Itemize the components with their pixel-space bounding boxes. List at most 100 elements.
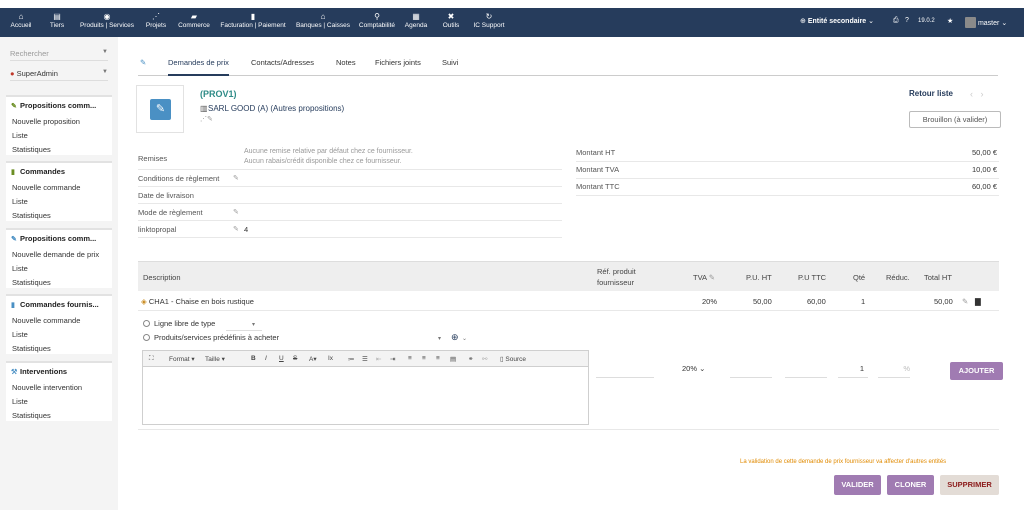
add-product-plus-icon[interactable]: ⊕ xyxy=(451,332,459,343)
sidebar-link[interactable]: Statistiques xyxy=(12,145,51,154)
nav-commerce[interactable]: ▰ Commerce xyxy=(175,11,213,30)
sidebar-link[interactable]: Nouvelle commande xyxy=(12,183,80,192)
bookmark-star-icon[interactable]: ★ xyxy=(947,17,953,25)
source-button[interactable]: ▯ Source xyxy=(500,355,526,363)
sidebar-title[interactable]: ▮ Commandes fournis... xyxy=(11,300,99,309)
bold-icon[interactable]: B xyxy=(251,355,256,362)
strike-icon[interactable]: S xyxy=(293,355,297,362)
nav-tools[interactable]: ✖ Outils xyxy=(438,11,464,30)
nav-billing[interactable]: ▮ Facturation | Paiement xyxy=(216,11,290,30)
user-select[interactable]: ● SuperAdmin ▼ xyxy=(10,69,108,81)
pagination-arrows[interactable]: ‹ › xyxy=(970,89,984,99)
nav-tiers[interactable]: ▤ Tiers xyxy=(44,11,70,30)
numbered-list-icon[interactable]: ≔ xyxy=(348,355,355,363)
pencil-icon[interactable]: ✎ xyxy=(233,174,239,182)
maximize-icon[interactable]: ⛶ xyxy=(149,355,154,363)
bullet-list-icon[interactable]: ☰ xyxy=(362,355,368,363)
project-link-edit[interactable]: ⋰✎ xyxy=(200,115,213,123)
line-type-select[interactable] xyxy=(226,317,262,331)
supplier-propal-icon: ✎ xyxy=(11,236,17,243)
trash-icon[interactable]: ▇ xyxy=(975,297,981,306)
pu-ttc-input[interactable] xyxy=(785,364,827,378)
tva-select[interactable]: 20% ⌄ xyxy=(682,364,720,378)
sidebar-link[interactable]: Liste xyxy=(12,397,28,406)
sidebar-link[interactable]: Liste xyxy=(12,131,28,140)
outdent-icon[interactable]: ⇤ xyxy=(376,355,381,363)
sidebar-link[interactable]: Nouvelle demande de prix xyxy=(12,250,99,259)
globe-icon: ⊕ xyxy=(800,18,806,25)
pencil-icon[interactable]: ✎ xyxy=(962,297,968,306)
help-icon[interactable]: ? xyxy=(905,17,909,24)
caret-down-icon[interactable]: ▾ xyxy=(438,335,441,342)
discount-input[interactable]: % xyxy=(878,364,910,378)
search-input[interactable]: Rechercher ▼ xyxy=(10,49,108,61)
validate-button[interactable]: VALIDER xyxy=(834,475,881,495)
chevron-left-icon[interactable]: ‹ xyxy=(970,89,973,99)
unlink-icon[interactable]: ⚯ xyxy=(482,355,487,363)
sidebar-title[interactable]: ✎ Propositions comm... xyxy=(11,234,96,243)
indent-icon[interactable]: ⇥ xyxy=(390,355,395,363)
format-dropdown[interactable]: Format ▾ xyxy=(169,355,195,363)
nav-support[interactable]: ↻ IC Support xyxy=(470,11,508,30)
sidebar-title[interactable]: ⚒ Interventions xyxy=(11,367,67,376)
sidebar-link[interactable]: Statistiques xyxy=(12,411,51,420)
sidebar-link[interactable]: Nouvelle proposition xyxy=(12,117,80,126)
sidebar-link[interactable]: Liste xyxy=(12,264,28,273)
radio-free-line[interactable]: Ligne libre de type xyxy=(143,319,215,328)
sidebar-link[interactable]: Liste xyxy=(12,330,28,339)
description-editor[interactable]: ⛶ Format ▾ Taille ▾ B I U S A▾ Ix ≔ ☰ ⇤ … xyxy=(142,350,589,425)
tab-price-request[interactable]: Demandes de prix xyxy=(168,58,229,76)
invoice-icon: ▮ xyxy=(250,12,256,21)
radio-predefined-product[interactable]: Produits/services prédéfinis à acheter xyxy=(143,333,279,342)
align-right-icon[interactable]: ≡ xyxy=(436,355,440,362)
chevron-down-icon[interactable]: ⌄ xyxy=(462,335,467,342)
back-to-list-link[interactable]: Retour liste xyxy=(909,89,953,98)
sidebar-link[interactable]: Nouvelle intervention xyxy=(12,383,82,392)
project-icon: ⋰ xyxy=(200,116,207,123)
text-color-icon[interactable]: A▾ xyxy=(309,355,317,363)
nav-banks[interactable]: ⌂ Banques | Caisses xyxy=(292,11,354,30)
tab-files[interactable]: Fichiers joints xyxy=(375,58,421,67)
sidebar-title[interactable]: ▮ Commandes xyxy=(11,167,65,176)
justify-icon[interactable]: ▤ xyxy=(450,355,456,363)
delete-button[interactable]: SUPPRIMER xyxy=(940,475,999,495)
pencil-icon[interactable]: ✎ xyxy=(233,208,239,216)
clone-button[interactable]: CLONER xyxy=(887,475,934,495)
tab-notes[interactable]: Notes xyxy=(336,58,356,67)
size-dropdown[interactable]: Taille ▾ xyxy=(205,355,225,363)
link-icon[interactable]: ⚭ xyxy=(468,355,473,363)
pencil-icon[interactable]: ✎ xyxy=(709,273,715,282)
caret-down-icon: ▼ xyxy=(102,69,108,75)
tab-contacts[interactable]: Contacts/Adresses xyxy=(251,58,314,67)
pencil-icon[interactable]: ✎ xyxy=(233,225,239,233)
sidebar-link[interactable]: Statistiques xyxy=(12,278,51,287)
nav-accounting[interactable]: ⚲ Comptabilité xyxy=(356,11,398,30)
entity-selector[interactable]: ⊕ Entité secondaire ⌄ xyxy=(800,17,874,25)
sidebar-title[interactable]: ✎ Propositions comm... xyxy=(11,101,96,110)
pu-ht-input[interactable] xyxy=(730,364,772,378)
user-menu[interactable]: master ⌄ xyxy=(965,17,1007,28)
sidebar-link[interactable]: Statistiques xyxy=(12,344,51,353)
sidebar-link[interactable]: Nouvelle commande xyxy=(12,316,80,325)
product-link[interactable]: ◈ CHA1 - Chaise en bois rustique xyxy=(141,297,254,306)
chevron-right-icon[interactable]: › xyxy=(981,89,984,99)
align-center-icon[interactable]: ≡ xyxy=(422,355,426,362)
nav-products[interactable]: ◉ Produits | Services xyxy=(76,11,138,30)
nav-agenda[interactable]: ▦ Agenda xyxy=(402,11,430,30)
print-icon[interactable]: ⎙ xyxy=(893,17,899,25)
underline-icon[interactable]: U xyxy=(279,355,284,362)
ref-supplier-input[interactable] xyxy=(596,364,654,378)
qty-input[interactable]: 1 xyxy=(838,364,868,378)
nav-label: Projets xyxy=(145,22,167,29)
nav-home[interactable]: ⌂ Accueil xyxy=(8,11,34,30)
italic-icon[interactable]: I xyxy=(265,355,267,362)
clear-format-icon[interactable]: Ix xyxy=(328,355,333,362)
sidebar-link[interactable]: Statistiques xyxy=(12,211,51,220)
supplier-link[interactable]: ▥SARL GOOD (A) (Autres propositions) xyxy=(200,104,344,113)
sidebar-link[interactable]: Liste xyxy=(12,197,28,206)
add-line-button[interactable]: AJOUTER xyxy=(950,362,1003,380)
intervention-icon: ⚒ xyxy=(11,369,18,376)
tab-events[interactable]: Suivi xyxy=(442,58,458,67)
nav-projects[interactable]: ⋰ Projets xyxy=(142,11,170,30)
align-left-icon[interactable]: ≡ xyxy=(408,355,412,362)
